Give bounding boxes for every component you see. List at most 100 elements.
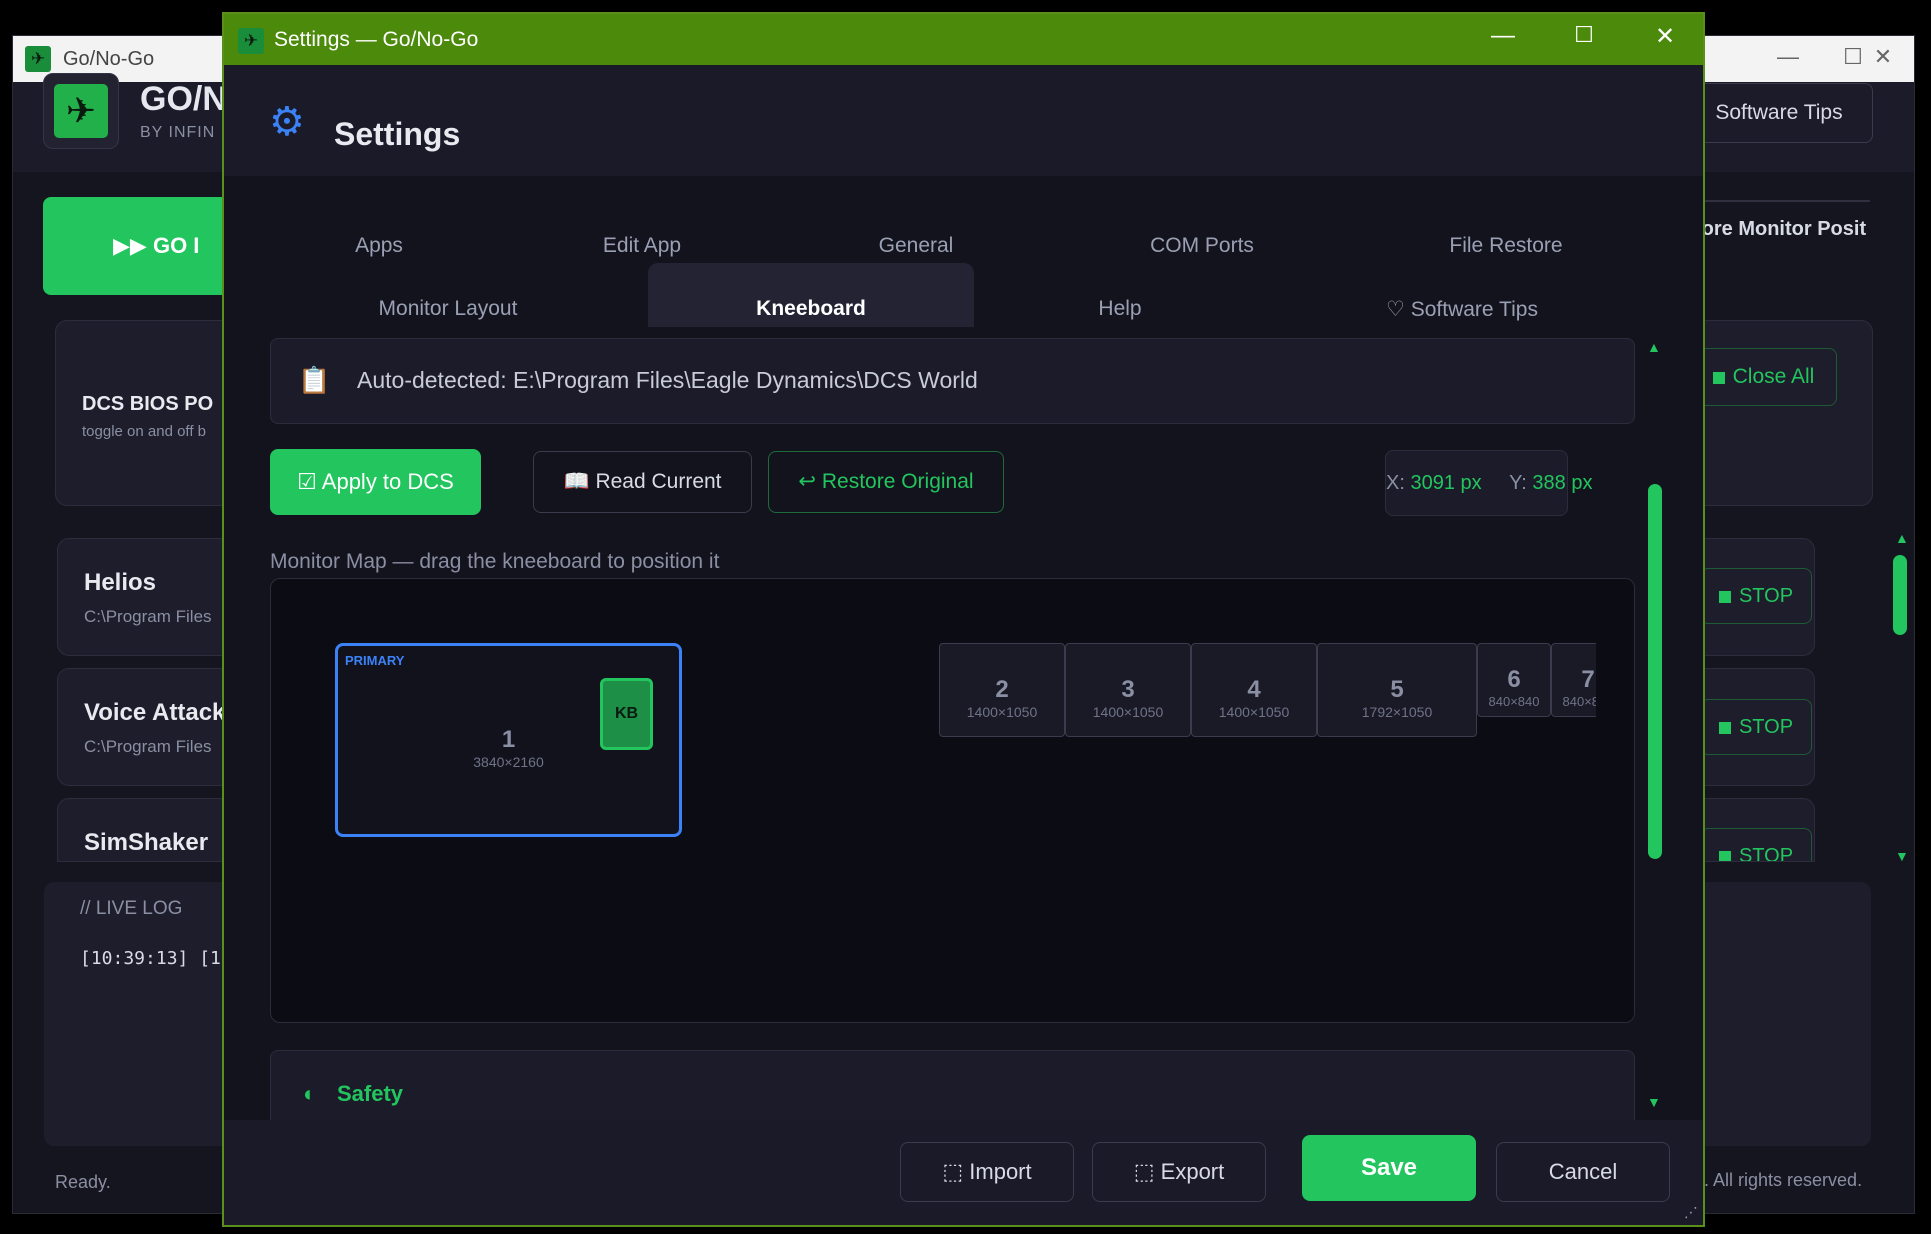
stop-button-simshaker[interactable]: STOP xyxy=(1700,828,1812,861)
app-name: Voice Attack xyxy=(84,699,226,726)
tab-edit-app[interactable]: Edit App xyxy=(603,234,681,258)
restore-label: Restore Original xyxy=(821,470,974,493)
tab-com-ports[interactable]: COM Ports xyxy=(1150,234,1254,258)
scroll-down-icon[interactable]: ▼ xyxy=(1647,1094,1661,1110)
y-value: 388 px xyxy=(1532,472,1593,494)
monitor-resolution: 1400×1050 xyxy=(1092,704,1164,720)
stop-square-icon xyxy=(1718,851,1731,861)
autodetect-path-card: 📋 Auto-detected: E:\Program Files\Eagle … xyxy=(270,338,1635,424)
close-all-label: Close All xyxy=(1732,365,1815,388)
shield-icon: ◐ xyxy=(303,1081,317,1106)
monitor-1[interactable]: PRIMARY 1 3840×2160 KB xyxy=(335,643,682,837)
tab-kneeboard[interactable]: Kneeboard xyxy=(756,297,866,321)
monitor-6[interactable]: 6 840×840 xyxy=(1477,643,1551,717)
app-logo: ✈ xyxy=(43,73,119,149)
app-path: C:\Program Files xyxy=(84,607,212,626)
map-clip xyxy=(1596,579,1634,1022)
close-icon[interactable]: ✕ xyxy=(1640,22,1690,51)
app-name: Helios xyxy=(84,569,157,596)
tab-monitor-layout[interactable]: Monitor Layout xyxy=(379,297,518,321)
monitor-5[interactable]: 5 1792×1050 xyxy=(1317,643,1477,737)
autodetect-path: Auto-detected: E:\Program Files\Eagle Dy… xyxy=(357,367,978,393)
minimize-icon[interactable]: — xyxy=(1478,22,1528,50)
kneeboard-coordinates: X: 3091 px Y: 388 px xyxy=(1385,450,1592,516)
app-name: SimShaker xyxy=(84,829,209,856)
background-window-title: Go/No-Go xyxy=(63,48,155,70)
close-all-button[interactable]: Close All xyxy=(1690,348,1837,406)
cancel-button[interactable]: Cancel xyxy=(1496,1142,1670,1202)
monitor-number: 5 xyxy=(1390,676,1404,703)
monitor-4[interactable]: 4 1400×1050 xyxy=(1191,643,1317,737)
stop-square-icon xyxy=(1712,372,1725,384)
dialog-heading: Settings xyxy=(334,116,461,152)
monitor-number: 6 xyxy=(1507,666,1521,693)
app-path: C:\Program Files xyxy=(84,737,212,756)
stop-square-icon xyxy=(1718,591,1731,603)
import-label: Import xyxy=(969,1159,1032,1184)
import-icon: ⬚ xyxy=(942,1159,970,1184)
tab-label: Software Tips xyxy=(1410,298,1538,321)
restore-original-button[interactable]: ↩ Restore Original xyxy=(768,451,1004,513)
divider xyxy=(1690,200,1870,202)
resize-grip-icon[interactable]: ⋰ xyxy=(1684,1204,1698,1221)
y-label: Y: xyxy=(1509,472,1527,494)
monitor-3[interactable]: 3 1400×1050 xyxy=(1065,643,1191,737)
scroll-down-icon[interactable]: ▼ xyxy=(1895,848,1909,864)
export-label: Export xyxy=(1160,1159,1225,1184)
clipboard-icon: 📋 xyxy=(298,365,331,395)
scroll-up-icon[interactable]: ▲ xyxy=(1647,339,1661,355)
settings-dialog: ✈ Settings — Go/No-Go — ☐ ✕ ⚙ Settings A… xyxy=(222,12,1705,1227)
dialog-title: Settings — Go/No-Go xyxy=(274,28,479,51)
gear-icon: ⚙ xyxy=(269,100,305,144)
tab-apps[interactable]: Apps xyxy=(355,234,403,258)
stop-label: STOP xyxy=(1738,845,1794,861)
monitor-resolution: 3840×2160 xyxy=(473,754,544,770)
stop-button-voice-attack[interactable]: STOP xyxy=(1700,699,1812,755)
restore-monitor-tab[interactable]: tore Monitor Posit xyxy=(1695,218,1866,241)
scrollbar-thumb[interactable] xyxy=(1893,555,1907,635)
tab-help[interactable]: Help xyxy=(1098,297,1141,321)
export-button[interactable]: ⬚ Export xyxy=(1092,1142,1266,1202)
monitor-map: PRIMARY 1 3840×2160 KB 2 1400×1050 3 140… xyxy=(270,578,1635,1023)
brand-subtitle: BY INFIN xyxy=(140,124,216,141)
stop-square-icon xyxy=(1718,722,1731,734)
monitor-number: 4 xyxy=(1247,676,1261,703)
tab-general[interactable]: General xyxy=(879,234,954,258)
export-icon: ⬚ xyxy=(1133,1159,1161,1184)
dcs-bios-subtitle: toggle on and off b xyxy=(82,423,206,440)
monitor-resolution: 840×840 xyxy=(1488,694,1540,709)
jet-icon: ✈ xyxy=(238,28,264,54)
book-icon: 📖 xyxy=(563,470,596,493)
save-button[interactable]: Save xyxy=(1302,1135,1476,1201)
jet-icon: ✈ xyxy=(25,46,51,72)
read-current-button[interactable]: 📖 Read Current xyxy=(533,451,752,513)
monitor-2[interactable]: 2 1400×1050 xyxy=(939,643,1065,737)
monitor-resolution: 1400×1050 xyxy=(966,704,1038,720)
scroll-up-icon[interactable]: ▲ xyxy=(1895,530,1909,546)
primary-tag: PRIMARY xyxy=(345,653,405,668)
stop-label: STOP xyxy=(1738,716,1794,738)
scrollbar-thumb[interactable] xyxy=(1648,484,1662,859)
brand-title: GO/N xyxy=(140,80,227,118)
checkbox-icon: ☑ xyxy=(297,469,322,494)
close-icon[interactable]: ✕ xyxy=(1863,44,1903,70)
tab-software-tips[interactable]: ♡ Software Tips xyxy=(1386,297,1538,322)
maximize-icon[interactable]: ☐ xyxy=(1559,22,1609,48)
log-line: [10:39:13] [1 xyxy=(80,948,221,969)
import-button[interactable]: ⬚ Import xyxy=(900,1142,1074,1202)
software-tips-button[interactable]: Software Tips xyxy=(1685,83,1873,143)
lightbulb-icon: ♡ xyxy=(1386,298,1411,321)
kneeboard-handle[interactable]: KB xyxy=(600,678,653,750)
monitor-map-label: Monitor Map — drag the kneeboard to posi… xyxy=(270,550,720,573)
tab-file-restore[interactable]: File Restore xyxy=(1449,234,1562,258)
monitor-resolution: 1792×1050 xyxy=(1361,704,1433,720)
apply-label: Apply to DCS xyxy=(321,469,454,494)
copyright-text: ts. All rights reserved. xyxy=(1690,1170,1863,1190)
monitor-number: 3 xyxy=(1121,676,1135,703)
stop-button-helios[interactable]: STOP xyxy=(1700,568,1812,624)
apply-to-dcs-button[interactable]: ☑ Apply to DCS xyxy=(270,449,481,515)
live-log-header: // LIVE LOG xyxy=(80,898,183,919)
x-value: 3091 px xyxy=(1410,472,1482,494)
minimize-icon[interactable]: — xyxy=(1768,44,1808,70)
undo-icon: ↩ xyxy=(798,470,822,493)
